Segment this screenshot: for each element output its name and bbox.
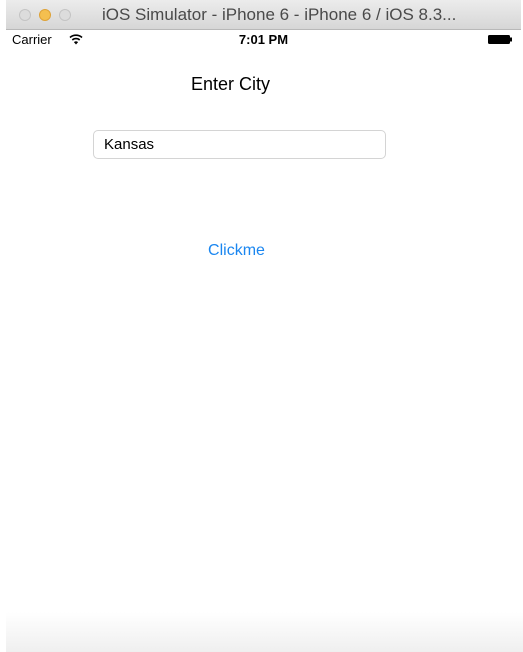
city-input[interactable]: Kansas (93, 130, 386, 159)
simulator-window: iOS Simulator - iPhone 6 - iPhone 6 / iO… (0, 0, 523, 652)
window-title: iOS Simulator - iPhone 6 - iPhone 6 / iO… (102, 5, 457, 24)
close-window-button[interactable] (19, 9, 31, 21)
bottom-toolbar (6, 612, 523, 652)
page-title: Enter City (190, 74, 271, 94)
zoom-window-button[interactable] (59, 9, 71, 21)
minimize-window-button[interactable] (39, 9, 51, 21)
clickme-button[interactable]: Clickme (0, 242, 473, 260)
status-time: 7:01 PM (238, 32, 289, 47)
ios-status-bar: Carrier 7:01 PM (6, 30, 521, 50)
battery-icon (488, 35, 512, 44)
window-titlebar: iOS Simulator - iPhone 6 - iPhone 6 / iO… (6, 0, 521, 30)
